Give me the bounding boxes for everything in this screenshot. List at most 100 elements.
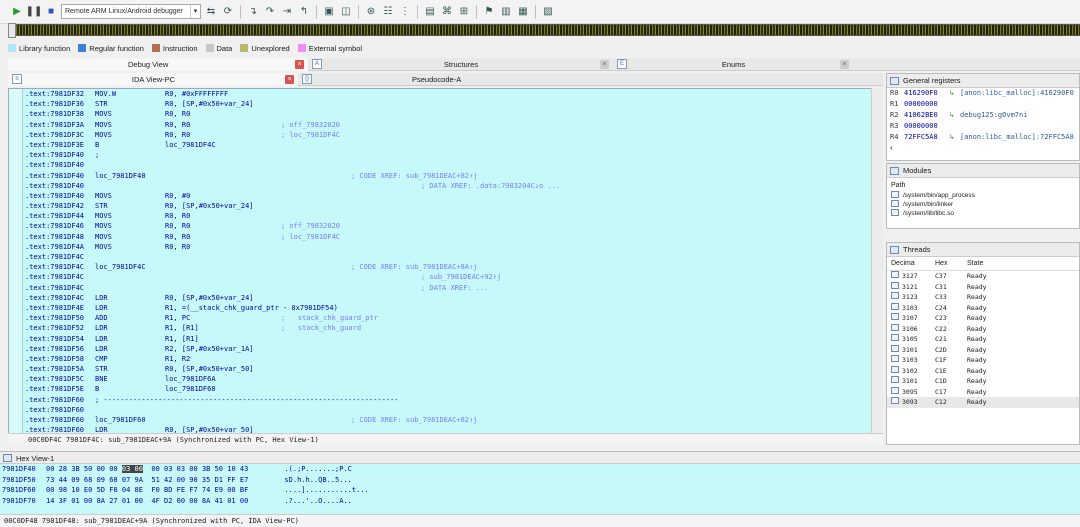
code-line[interactable]: .text:7981DF3A MOVS R0, R0 ; off_79832020 (25, 120, 865, 130)
thread-list[interactable]: 3127 C37 Ready 3121 C31 Ready 3123 C33 Ready 3103… (887, 271, 1079, 408)
code-line[interactable]: .text:7981DF4C (25, 252, 865, 262)
code-line[interactable]: .text:7981DF3C MOVS R0, R0 ; loc_7981DF4C (25, 130, 865, 140)
code-line[interactable]: .text:7981DF40 (25, 160, 865, 170)
window-split-icon[interactable]: ◫ (339, 5, 353, 19)
refresh-icon[interactable]: ⟳ (221, 5, 235, 19)
register-row[interactable]: R2 41062BE0 ↳ debug125:gOvm7ni (887, 110, 1079, 121)
module-row[interactable]: /system/lib/libc.so (887, 209, 1079, 218)
trace-icon[interactable]: ⋮ (398, 5, 412, 19)
ida-view-pc[interactable]: .text:7981DF32 MOV.W R0, #0xFFFFFFFF .text:… (8, 88, 883, 445)
play-icon[interactable]: ▶ (10, 5, 24, 19)
module-row[interactable]: /system/bin/app_process (887, 191, 1079, 200)
module-row[interactable]: /system/bin/linker (887, 200, 1079, 209)
step-into-icon[interactable]: ↴ (246, 5, 260, 19)
column-decimal[interactable]: Decima (891, 257, 935, 270)
tab-structures[interactable]: A Structures × (308, 58, 613, 71)
code-line[interactable]: .text:7981DF5A STR R0, [SP,#0x50+var_50] (25, 364, 865, 374)
register-row[interactable]: R0 416290F0 ↳ [anon:libc_malloc]:416290F0 (887, 88, 1079, 99)
code-line[interactable]: .text:7981DF48 MOVS R0, R0 ; loc_7981DF4C (25, 232, 865, 242)
hex-view[interactable]: 7981DF40 00 28 3B 50 00 00 03 00 00 03 03… (0, 464, 1080, 514)
code-line[interactable]: .text:7981DF4C ; DATA XREF: ... (25, 283, 865, 293)
thread-row[interactable]: 3123 C33 Ready (887, 292, 1079, 303)
breakpoint-icon[interactable]: ⊛ (364, 5, 378, 19)
disassembly-listing[interactable]: .text:7981DF32 MOV.W R0, #0xFFFFFFFF .text:… (25, 89, 865, 435)
code-line[interactable]: .text:7981DF3E Bloc_7981DF4C (25, 140, 865, 150)
breakpoint-list-icon[interactable]: ☷ (381, 5, 395, 19)
code-line[interactable]: .text:7981DF54 LDR R1, [R1] (25, 334, 865, 344)
code-line[interactable]: .text:7981DF60 ; ------------------------… (25, 395, 865, 405)
code-line[interactable]: .text:7981DF42 STR R0, [SP,#0x50+var_24] (25, 201, 865, 211)
thread-row[interactable]: 3127 C37 Ready (887, 271, 1079, 282)
register-row[interactable]: R3 00000000 (887, 121, 1079, 132)
tab-pseudocode[interactable]: {} Pseudocode-A (298, 73, 598, 86)
hex-selected-bytes[interactable]: 03 00 (121, 465, 143, 473)
hex-row[interactable]: 7981DF60 00 98 10 E0 5D F8 04 8E F0 BD FE… (0, 485, 1080, 496)
scroll-left-icon[interactable]: ‹ (887, 143, 1079, 152)
thread-row[interactable]: 3103 C1F Ready (887, 355, 1079, 366)
close-icon[interactable]: × (295, 59, 304, 69)
code-line[interactable]: .text:7981DF40 loc_7981DF40 ; CODE XREF: s… (25, 171, 865, 181)
window-icon[interactable]: ▣ (322, 5, 336, 19)
code-line[interactable]: .text:7981DF40 ; DATA XREF: .data:7983204… (25, 181, 865, 191)
debugger-select[interactable]: Remote ARM Linux/Android debugger ▾ (61, 4, 201, 19)
code-line[interactable]: .text:7981DF5E Bloc_7981DF60 (25, 384, 865, 394)
thread-row[interactable]: 3102 C1E Ready (887, 365, 1079, 377)
code-line[interactable]: .text:7981DF38 MOVS R0, R0 (25, 109, 865, 119)
thread-row[interactable]: 3105 C21 Ready (887, 334, 1079, 345)
close-icon[interactable]: × (840, 59, 849, 69)
register-row[interactable]: R4 72FFC5A8 ↳ [anon:libc_malloc]:72FFC5A8 (887, 132, 1079, 143)
code-line[interactable]: .text:7981DF40 MOVS R0, #0 (25, 191, 865, 201)
code-line[interactable]: .text:7981DF60 (25, 405, 865, 415)
hex-row[interactable]: 7981DF40 00 28 3B 50 00 00 03 00 00 03 03… (0, 464, 1080, 475)
thread-row[interactable]: 3101 C2D Ready (887, 344, 1079, 356)
hex-icon[interactable]: ⊞ (457, 5, 471, 19)
code-line[interactable]: .text:7981DF46 MOVS R0, R0 ; off_79832020 (25, 221, 865, 231)
code-line[interactable]: .text:7981DF60 loc_7981DF60 ; CODE XREF: s… (25, 415, 865, 425)
hex-row[interactable]: 7981DF70 14 3F 01 00 8A 27 01 00 4F D2 00… (0, 496, 1080, 507)
thread-row[interactable]: 3101 C1D Ready (887, 376, 1079, 387)
code-line[interactable]: .text:7981DF5C BNE loc_7981DF6A (25, 374, 865, 384)
chart-icon[interactable]: ▥ (499, 5, 513, 19)
code-line[interactable]: .text:7981DF40; (25, 150, 865, 160)
step-over-icon[interactable]: ↷ (263, 5, 277, 19)
code-line[interactable]: .text:7981DF50 ADD R1, PC ; stack_chk_guard… (25, 313, 865, 323)
close-icon[interactable]: × (600, 59, 609, 69)
hex-row[interactable]: 7981DF50 73 44 09 68 09 68 07 9A 51 42 00… (0, 475, 1080, 486)
navigation-band[interactable] (8, 23, 1080, 38)
graph-icon[interactable]: ⌘ (440, 5, 454, 19)
register-row[interactable]: R1 00000000 (887, 99, 1079, 110)
thread-row[interactable]: 3095 C17 Ready (887, 386, 1079, 398)
code-line[interactable]: .text:7981DF44 MOVS R0, R0 (25, 211, 865, 221)
attach-icon[interactable]: ⇆ (204, 5, 218, 19)
register-list[interactable]: R0 416290F0 ↳ [anon:libc_malloc]:416290F0 R1… (887, 88, 1079, 143)
code-line[interactable]: .text:7981DF36 STR R0, [SP,#0x50+var_24] (25, 99, 865, 109)
code-line[interactable]: .text:7981DF4C LDR R0, [SP,#0x50+var_24] (25, 293, 865, 303)
thread-row[interactable]: 3106 C22 Ready (887, 323, 1079, 335)
code-line[interactable]: .text:7981DF58 CMP R1, R2 (25, 354, 865, 364)
tab-ida-view[interactable]: ≡ IDA View-PC × (8, 72, 298, 86)
code-line[interactable]: .text:7981DF4A MOVS R0, R0 (25, 242, 865, 252)
tab-enums[interactable]: E Enums × (613, 58, 853, 71)
run-to-cursor-icon[interactable]: ⇥ (280, 5, 294, 19)
pause-icon[interactable]: ❚❚ (26, 5, 43, 19)
grid-icon[interactable]: ▦ (516, 5, 530, 19)
ida-view-gutter[interactable] (9, 89, 23, 444)
ida-view-scrollbar[interactable] (871, 88, 883, 433)
thread-row[interactable]: 3103 C24 Ready (887, 302, 1079, 314)
code-line[interactable]: .text:7981DF4C ; sub_7981DEAC+92↑j (25, 272, 865, 282)
flag-icon[interactable]: ⚑ (482, 5, 496, 19)
tab-debug-view[interactable]: Debug View × (8, 57, 308, 71)
code-line[interactable]: .text:7981DF56 LDR R2, [SP,#0x50+var_1A] (25, 344, 865, 354)
module-list[interactable]: /system/bin/app_process/system/bin/linke… (887, 191, 1079, 218)
stop-icon[interactable]: ■ (44, 5, 58, 19)
code-line[interactable]: .text:7981DF4C loc_7981DF4C ; CODE XREF: s… (25, 262, 865, 272)
options-icon[interactable]: ▧ (541, 5, 555, 19)
thread-row[interactable]: 3107 C23 Ready (887, 313, 1079, 324)
step-out-icon[interactable]: ↰ (297, 5, 311, 19)
thread-row[interactable]: 3093 C12 Ready (887, 397, 1079, 408)
memory-icon[interactable]: ▤ (423, 5, 437, 19)
close-icon[interactable]: × (285, 74, 294, 84)
code-line[interactable]: .text:7981DF32 MOV.W R0, #0xFFFFFFFF (25, 89, 865, 99)
thread-row[interactable]: 3121 C31 Ready (887, 281, 1079, 293)
column-state[interactable]: State (967, 257, 1007, 270)
